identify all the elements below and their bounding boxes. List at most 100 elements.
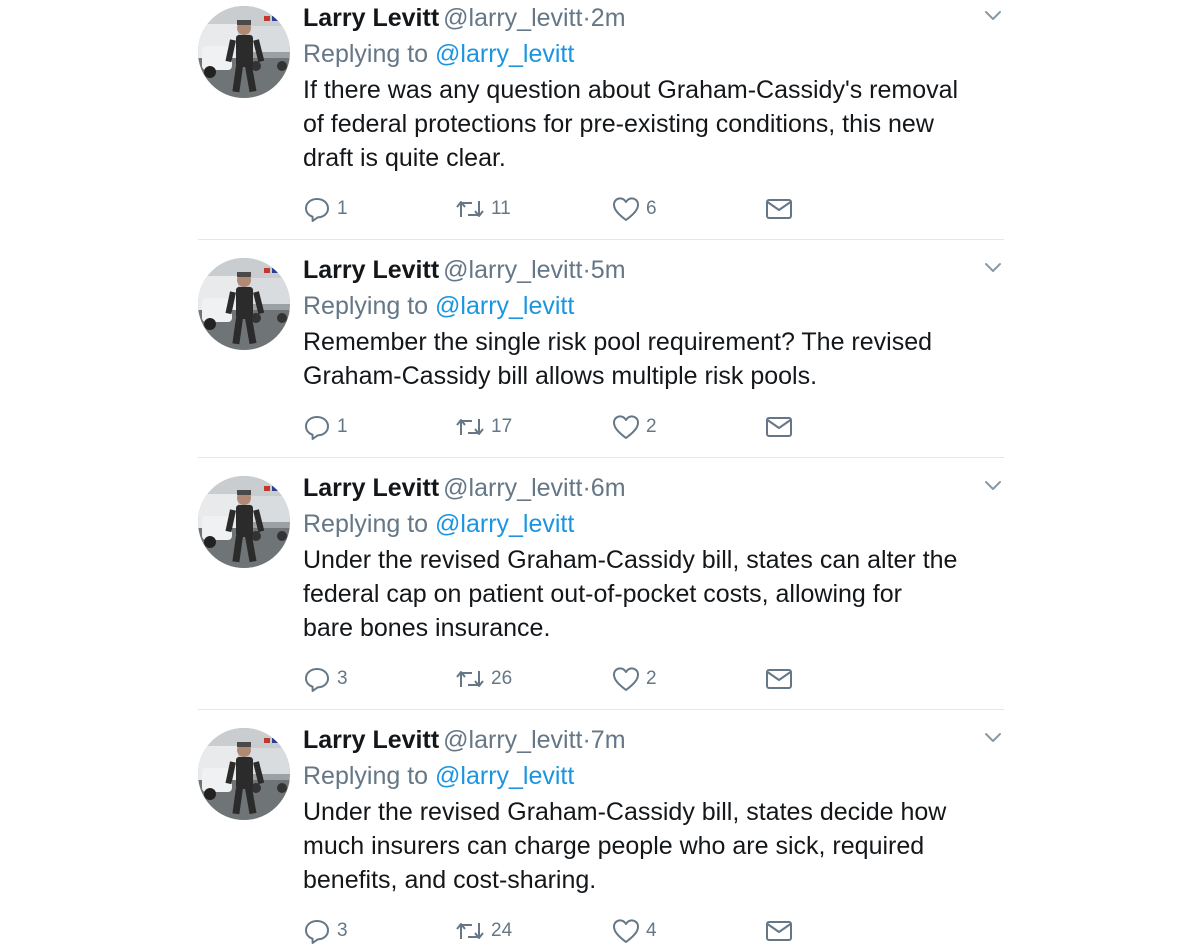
separator: · xyxy=(582,4,591,32)
like-count: 2 xyxy=(646,668,657,689)
heart-icon xyxy=(613,197,639,221)
tweet-text-line: bare bones insurance. xyxy=(303,614,551,642)
tweet-text: Remember the single risk pool requiremen… xyxy=(303,325,1003,393)
separator: · xyxy=(582,726,591,754)
envelope-icon xyxy=(766,921,792,941)
replying-to-link[interactable]: @larry_levitt xyxy=(435,40,574,68)
author-name[interactable]: Larry Levitt xyxy=(303,4,439,32)
tweet-text-line: federal cap on patient out-of-pocket cos… xyxy=(303,580,902,608)
retweet-icon xyxy=(456,419,484,435)
tweet-header: Larry Levitt @larry_levitt·5m xyxy=(303,252,1003,288)
tweet-text-line: Remember the single risk pool requiremen… xyxy=(303,328,933,356)
timestamp[interactable]: 5m xyxy=(591,256,626,284)
direct-message-button[interactable] xyxy=(765,916,793,946)
chevron-down-icon[interactable] xyxy=(983,8,1003,22)
reply-icon xyxy=(305,416,329,440)
retweet-button[interactable]: 11 xyxy=(455,194,511,224)
replying-to: Replying to @larry_levitt xyxy=(303,288,1003,325)
tweet-text-line: benefits, and cost-sharing. xyxy=(303,866,597,894)
retweet-count: 11 xyxy=(491,198,511,219)
envelope-icon xyxy=(766,417,792,437)
envelope-icon xyxy=(766,669,792,689)
like-count: 6 xyxy=(646,198,657,219)
tweet[interactable]: Larry Levitt @larry_levitt·6m Replying to… xyxy=(198,470,1004,698)
reply-icon xyxy=(305,198,329,222)
tweet[interactable]: Larry Levitt @larry_levitt·7m Replying to… xyxy=(198,722,1004,949)
heart-icon xyxy=(613,667,639,691)
retweet-button[interactable]: 26 xyxy=(455,664,512,694)
heart-icon xyxy=(613,415,639,439)
author-name[interactable]: Larry Levitt xyxy=(303,256,439,284)
chevron-down-icon[interactable] xyxy=(983,730,1003,744)
tweet-body: Larry Levitt @larry_levitt·6m Replying to… xyxy=(303,470,1003,645)
reply-count: 1 xyxy=(337,198,348,219)
tweet-actions: 3 26 2 xyxy=(303,664,823,694)
retweet-button[interactable]: 24 xyxy=(455,916,512,946)
like-button[interactable]: 2 xyxy=(612,412,657,442)
avatar[interactable] xyxy=(198,6,290,98)
author-name[interactable]: Larry Levitt xyxy=(303,474,439,502)
author-handle[interactable]: @larry_levitt xyxy=(443,726,582,754)
timestamp[interactable]: 2m xyxy=(591,4,626,32)
direct-message-button[interactable] xyxy=(765,412,793,442)
avatar-photo xyxy=(198,6,290,98)
retweet-icon xyxy=(456,923,484,939)
tweet-header: Larry Levitt @larry_levitt·7m xyxy=(303,722,1003,758)
tweet-text-line: Under the revised Graham-Cassidy bill, s… xyxy=(303,546,958,574)
direct-message-button[interactable] xyxy=(765,194,793,224)
separator: · xyxy=(582,474,591,502)
replying-to-link[interactable]: @larry_levitt xyxy=(435,292,574,320)
tweet-text: Under the revised Graham-Cassidy bill, s… xyxy=(303,795,1003,897)
tweet-divider xyxy=(198,239,1004,240)
replying-to-link[interactable]: @larry_levitt xyxy=(435,510,574,538)
replying-prefix: Replying to xyxy=(303,510,429,538)
like-button[interactable]: 4 xyxy=(612,916,657,946)
replying-prefix: Replying to xyxy=(303,292,429,320)
chevron-down-icon[interactable] xyxy=(983,260,1003,274)
reply-button[interactable]: 3 xyxy=(303,916,348,946)
tweet[interactable]: Larry Levitt @larry_levitt·2m Replying to… xyxy=(198,0,1004,228)
author-handle[interactable]: @larry_levitt xyxy=(443,4,582,32)
avatar[interactable] xyxy=(198,476,290,568)
reply-button[interactable]: 1 xyxy=(303,412,348,442)
like-count: 2 xyxy=(646,416,657,437)
direct-message-button[interactable] xyxy=(765,664,793,694)
retweet-count: 17 xyxy=(491,416,513,437)
tweet-text-line: draft is quite clear. xyxy=(303,144,506,172)
avatar[interactable] xyxy=(198,728,290,820)
author-handle[interactable]: @larry_levitt xyxy=(443,256,582,284)
tweet-header: Larry Levitt @larry_levitt·6m xyxy=(303,470,1003,506)
timestamp[interactable]: 7m xyxy=(591,726,626,754)
timestamp[interactable]: 6m xyxy=(591,474,626,502)
tweet-body: Larry Levitt @larry_levitt·5m Replying to… xyxy=(303,252,1003,393)
retweet-icon xyxy=(456,201,484,217)
tweet-actions: 1 17 2 xyxy=(303,412,823,442)
tweet-text-line: of federal protections for pre-existing … xyxy=(303,110,934,138)
replying-to-link[interactable]: @larry_levitt xyxy=(435,762,574,790)
tweet-text-line: If there was any question about Graham-C… xyxy=(303,76,959,104)
retweet-count: 24 xyxy=(491,920,513,941)
author-handle[interactable]: @larry_levitt xyxy=(443,474,582,502)
avatar[interactable] xyxy=(198,258,290,350)
tweet-text-line: much insurers can charge people who are … xyxy=(303,832,925,860)
avatar-photo xyxy=(198,728,290,820)
reply-button[interactable]: 1 xyxy=(303,194,348,224)
replying-to: Replying to @larry_levitt xyxy=(303,758,1003,795)
reply-count: 1 xyxy=(337,416,348,437)
tweet-text: Under the revised Graham-Cassidy bill, s… xyxy=(303,543,1003,645)
avatar-photo xyxy=(198,258,290,350)
tweet-text: If there was any question about Graham-C… xyxy=(303,73,1003,175)
reply-count: 3 xyxy=(337,920,348,941)
like-button[interactable]: 2 xyxy=(612,664,657,694)
reply-count: 3 xyxy=(337,668,348,689)
tweet-divider xyxy=(198,457,1004,458)
tweet[interactable]: Larry Levitt @larry_levitt·5m Replying to… xyxy=(198,252,1004,446)
chevron-down-icon[interactable] xyxy=(983,478,1003,492)
reply-icon xyxy=(305,668,329,692)
retweet-button[interactable]: 17 xyxy=(455,412,512,442)
like-button[interactable]: 6 xyxy=(612,194,657,224)
replying-prefix: Replying to xyxy=(303,762,429,790)
author-name[interactable]: Larry Levitt xyxy=(303,726,439,754)
reply-button[interactable]: 3 xyxy=(303,664,348,694)
tweet-text-line: Graham-Cassidy bill allows multiple risk… xyxy=(303,362,818,390)
